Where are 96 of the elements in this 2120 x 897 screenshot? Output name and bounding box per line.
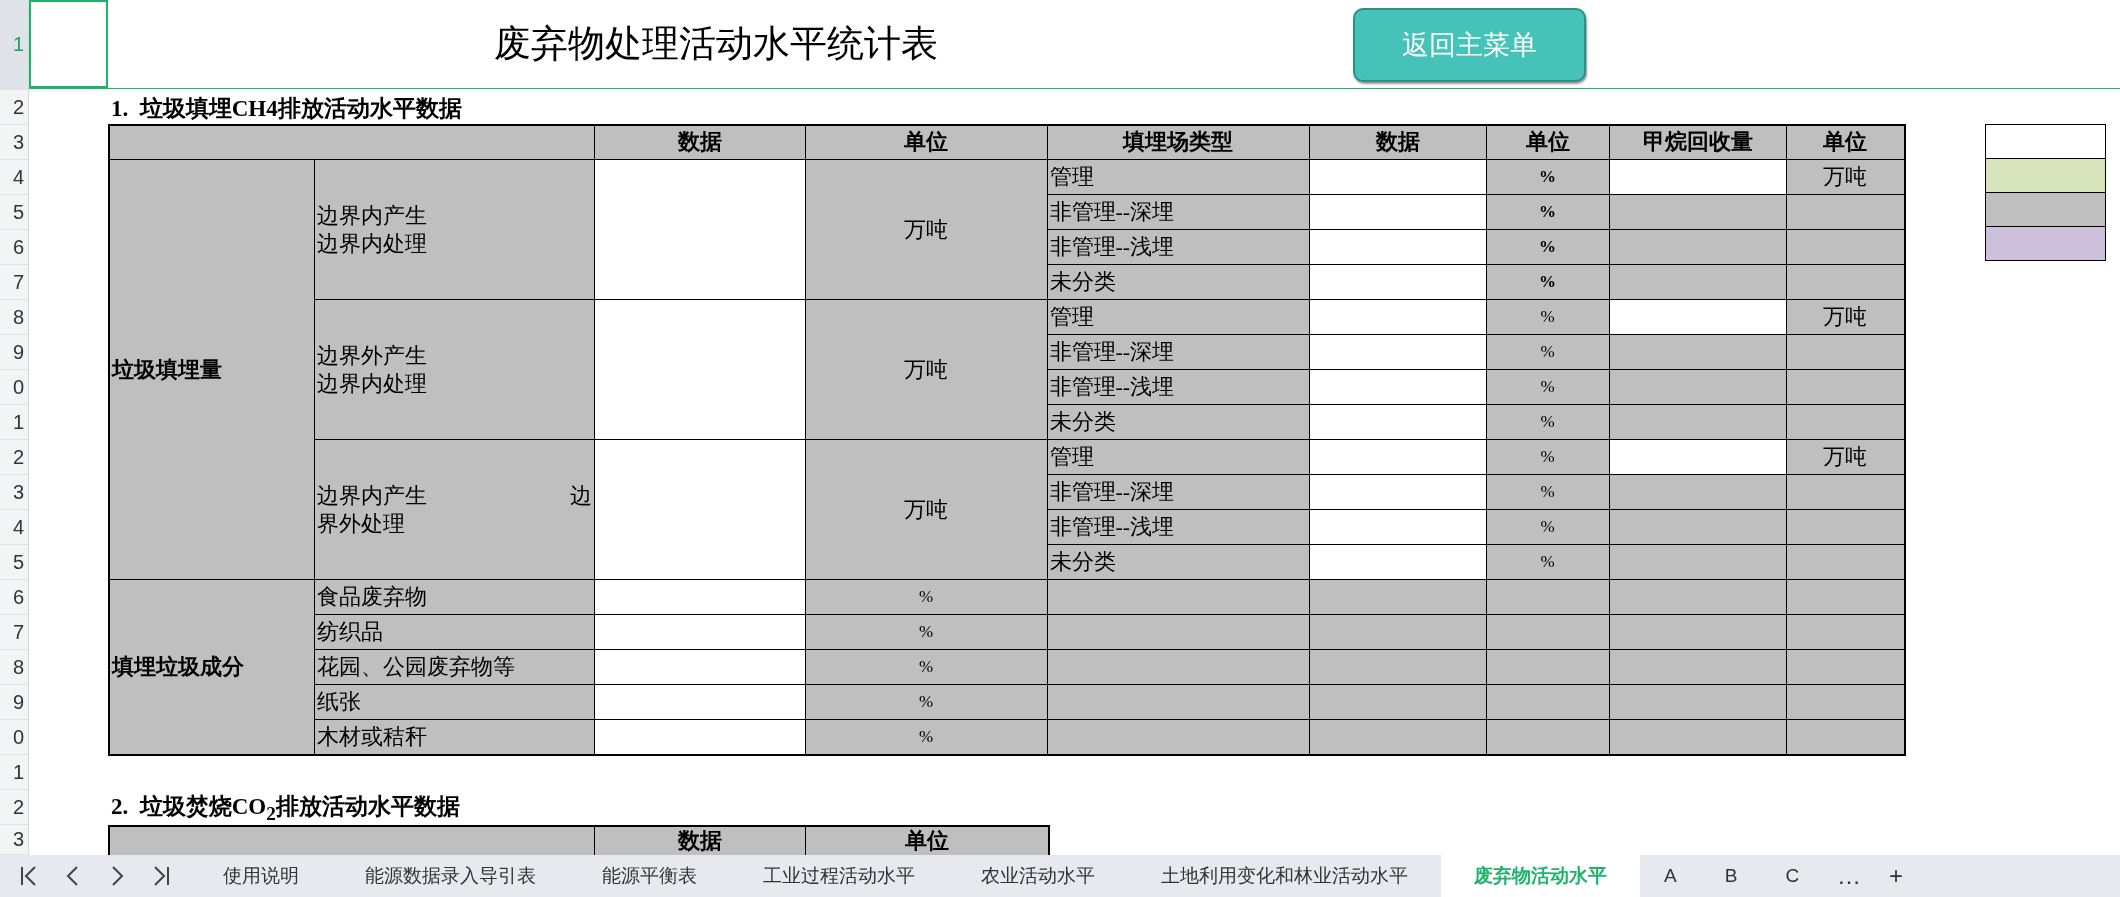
row-number[interactable]: 5: [12, 200, 24, 224]
column-header: 数据: [594, 124, 805, 160]
sheet-tab[interactable]: 农业活动水平: [948, 855, 1128, 897]
sheet-tab[interactable]: 工业过程活动水平: [730, 855, 948, 897]
sheet-tab[interactable]: A: [1640, 855, 1701, 897]
column-header: 数据: [595, 827, 806, 855]
table-cell: %: [1486, 404, 1609, 440]
table-cell: %: [1486, 369, 1609, 405]
sheet-tab[interactable]: B: [1700, 855, 1762, 897]
row-number[interactable]: 7: [12, 620, 24, 644]
table-cell: 未分类: [1047, 544, 1309, 580]
table-cell: %: [1486, 509, 1609, 545]
row-label: 界外处理: [316, 510, 405, 536]
row-number[interactable]: 3: [12, 480, 24, 504]
table-cell: %: [1486, 334, 1609, 370]
table-cell: 非管理--深埋: [1047, 334, 1309, 370]
row-label: 边界内产生: [316, 203, 427, 229]
table-cell: %: [1486, 229, 1609, 265]
sheet-tab[interactable]: 土地利用变化和林业活动水平: [1128, 855, 1441, 897]
table-cell: 万吨: [1786, 439, 1905, 475]
table-cell: 万吨: [1786, 299, 1905, 335]
column-header: 填埋场类型: [1047, 124, 1309, 160]
row-number[interactable]: 2: [12, 795, 24, 819]
sheet-tab[interactable]: 能源平衡表: [569, 855, 730, 897]
column-header: 数据: [1309, 124, 1486, 160]
table-cell: %: [1486, 159, 1609, 195]
row-number[interactable]: 9: [12, 340, 24, 364]
table-cell: 万吨: [1786, 159, 1905, 195]
row-number[interactable]: 6: [12, 235, 24, 259]
row-label: 边界内处理: [316, 370, 427, 396]
row-number[interactable]: 3: [12, 828, 24, 851]
row-number[interactable]: 7: [12, 270, 24, 294]
row-number[interactable]: 8: [12, 655, 24, 679]
table-cell: %: [1486, 299, 1609, 335]
column-header: 单位: [806, 827, 1048, 855]
table-cell: 食品废弃物: [314, 579, 594, 615]
row-number[interactable]: 4: [12, 515, 24, 539]
table-cell: %: [805, 579, 1047, 615]
table-cell: 未分类: [1047, 404, 1309, 440]
table-cell: %: [805, 649, 1047, 685]
column-header: 单位: [805, 124, 1047, 160]
table-cell: 垃圾填埋量: [109, 159, 314, 580]
table-cell: 非管理--浅埋: [1047, 509, 1309, 545]
table-cell: 非管理--深埋: [1047, 194, 1309, 230]
row-number[interactable]: 9: [12, 690, 24, 714]
table-cell: 管理: [1047, 439, 1309, 475]
table-cell: 万吨: [805, 159, 1047, 300]
section-heading: 1. 垃圾填埋CH4排放活动水平数据: [111, 94, 462, 123]
table-cell: 非管理--浅埋: [1047, 229, 1309, 265]
table-cell: %: [1486, 194, 1609, 230]
sheet-tab-control[interactable]: +: [1875, 862, 1918, 890]
row-number[interactable]: 2: [12, 445, 24, 469]
table-cell: 非管理--深埋: [1047, 474, 1309, 510]
table-cell: 未分类: [1047, 264, 1309, 300]
table-cell: 管理: [1047, 159, 1309, 195]
table-cell: 纺织品: [314, 614, 594, 650]
sheet-tab[interactable]: 能源数据录入导引表: [332, 855, 569, 897]
row-number[interactable]: 4: [12, 165, 24, 189]
row-number[interactable]: 0: [12, 375, 24, 399]
row-label: 边: [569, 482, 592, 510]
table-cell: 万吨: [805, 439, 1047, 580]
last-sheet-icon[interactable]: [152, 865, 171, 887]
table-cell: %: [805, 614, 1047, 650]
section-heading: 2. 垃圾焚烧CO$_{2}$排放活动水平数据: [111, 793, 460, 825]
sheet-title: 废弃物处理活动水平统计表: [493, 22, 938, 67]
row-number[interactable]: 0: [12, 725, 24, 749]
table-cell: 花园、公园废弃物等: [314, 649, 594, 685]
first-sheet-icon[interactable]: [19, 865, 38, 887]
row-number[interactable]: 8: [12, 305, 24, 329]
row-label: 边界外产生: [316, 343, 427, 369]
sheet-tab[interactable]: 使用说明: [190, 855, 332, 897]
row-label: 边界内处理: [316, 230, 427, 256]
sheet-tab-control[interactable]: …: [1823, 862, 1876, 890]
column-header: 甲烷回收量: [1609, 124, 1786, 160]
table-cell: 纸张: [314, 684, 594, 720]
table-cell: 木材或秸秆: [314, 719, 594, 755]
table-cell: %: [805, 684, 1047, 720]
table-cell: %: [1486, 264, 1609, 300]
table-cell: 填埋垃圾成分: [109, 579, 314, 755]
row-number[interactable]: 1: [12, 760, 24, 784]
table-cell: 管理: [1047, 299, 1309, 335]
sheet-tab[interactable]: C: [1761, 855, 1824, 897]
table-cell: 非管理--浅埋: [1047, 369, 1309, 405]
table-cell: 万吨: [805, 299, 1047, 440]
table-cell: %: [1486, 474, 1609, 510]
row-number[interactable]: 5: [12, 550, 24, 574]
row-number[interactable]: 6: [12, 585, 24, 609]
table-cell: %: [1486, 544, 1609, 580]
table-cell: %: [805, 719, 1047, 755]
row-number[interactable]: 1: [12, 410, 24, 434]
row-number[interactable]: 2: [12, 95, 24, 119]
table-cell: %: [1486, 439, 1609, 475]
column-header: 单位: [1486, 124, 1609, 160]
row-number[interactable]: 3: [12, 130, 24, 154]
row-label: 边界内产生: [316, 482, 427, 510]
column-header: 单位: [1786, 124, 1905, 160]
